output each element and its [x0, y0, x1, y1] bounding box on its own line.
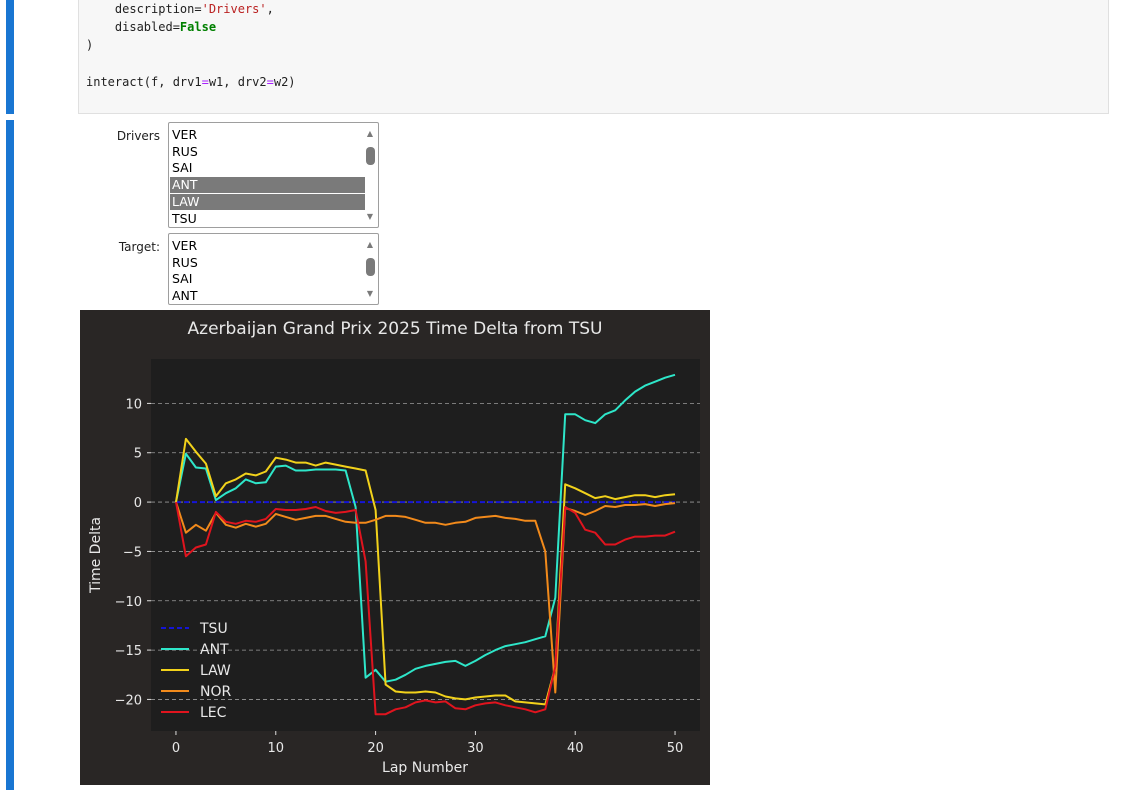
plot-area [151, 359, 700, 731]
y-tick-label: −10 [115, 595, 142, 610]
drivers-label: Drivers [116, 129, 160, 143]
target-select[interactable]: ▲ ▼ VER RUS SAI ANT [168, 233, 379, 305]
y-axis-label: Time Delta [88, 517, 104, 594]
scroll-down-arrow-icon[interactable]: ▼ [364, 212, 376, 222]
option-ant[interactable]: ANT [170, 177, 365, 194]
target-label: Target: [118, 240, 160, 254]
drivers-select[interactable]: ▲ ▼ VER RUS SAI ANT LAW TSU [168, 122, 379, 228]
legend-label-tsu: TSU [199, 621, 228, 637]
option-sai[interactable]: SAI [170, 160, 365, 176]
option-tsu[interactable]: TSU [170, 211, 365, 227]
time-delta-plot: 10 5 0 −5 −10 −15 −20 0 10 20 30 40 50 Azerbaijan Gra… [80, 310, 710, 785]
chart-title: Azerbaijan Grand Prix 2025 Time Delta fr… [188, 319, 603, 339]
legend-label-lec: LEC [200, 705, 227, 721]
x-tick-label: 10 [267, 741, 284, 756]
scroll-up-arrow-icon[interactable]: ▲ [364, 129, 376, 139]
time-delta-chart: 1050−5−10−15−200 10 20 30 40 50Azerbaijan Gra… [88, 319, 700, 776]
option-rus[interactable]: RUS [170, 255, 365, 271]
code-line-3: ) [86, 38, 94, 52]
y-tick-label: 0 [134, 496, 142, 511]
code-cell[interactable]: description='Drivers', disabled=False ) … [78, 0, 1109, 114]
code-line-2: disabled=False [86, 20, 217, 34]
option-sai[interactable]: SAI [170, 271, 365, 287]
y-tick-label: −15 [115, 644, 142, 659]
option-ver[interactable]: VER [170, 127, 365, 143]
scroll-up-arrow-icon[interactable]: ▲ [364, 240, 376, 250]
scrollbar-thumb[interactable] [366, 258, 375, 276]
y-tick-label: −20 [115, 693, 142, 708]
option-ver[interactable]: VER [170, 238, 365, 254]
scroll-down-arrow-icon[interactable]: ▼ [364, 289, 376, 299]
y-tick-label: −5 [123, 545, 142, 560]
legend-label-ant: ANT [200, 642, 229, 658]
option-law[interactable]: LAW [170, 193, 365, 210]
x-tick-label: 0 [172, 741, 180, 756]
legend-label-nor: NOR [200, 684, 231, 700]
x-tick-label: 30 [467, 741, 484, 756]
code-line-1: description='Drivers', [86, 2, 274, 16]
x-axis-label: Lap Number [382, 760, 468, 776]
x-tick-label: 50 [667, 741, 684, 756]
legend-label-law: LAW [200, 663, 231, 679]
x-tick-label: 40 [567, 741, 584, 756]
y-tick-label: 5 [134, 447, 142, 462]
option-ant[interactable]: ANT [170, 288, 365, 304]
code-line-5: interact(f, drv1=w1, drv2=w2) [86, 75, 296, 89]
option-rus[interactable]: RUS [170, 144, 365, 160]
y-tick-label: 10 [125, 397, 142, 412]
cell-indicator-output[interactable] [6, 120, 14, 790]
x-tick-label: 20 [367, 741, 384, 756]
cell-indicator-code[interactable] [6, 0, 14, 114]
scrollbar-thumb[interactable] [366, 147, 375, 165]
